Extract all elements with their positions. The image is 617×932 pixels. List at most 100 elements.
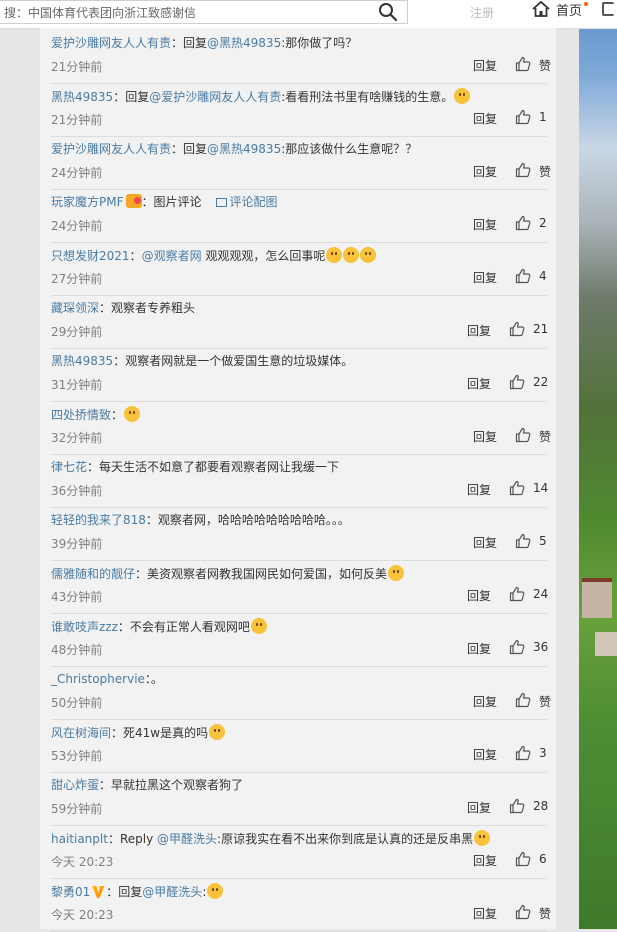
username-link[interactable]: 轻轻的我来了818 (51, 513, 146, 527)
comment-text: 谁敢吱声zzz：不会有正常人看观网吧 (51, 618, 267, 635)
like-thumb-icon[interactable] (509, 586, 525, 602)
search-input[interactable] (0, 1, 368, 23)
reply-button[interactable]: 回复 (473, 163, 497, 180)
comment-time: 21分钟前 (51, 60, 103, 74)
laugh-emoji (207, 883, 224, 899)
comment-body: ：死41w是真的吗 (111, 726, 209, 740)
reply-button[interactable]: 回复 (467, 587, 491, 604)
like-thumb-icon[interactable] (515, 692, 531, 708)
mention-link[interactable]: @甲醛洗头 (157, 832, 217, 846)
like-thumb-icon[interactable] (515, 56, 531, 72)
comment-item: 只想发财2021：@观察者网 观观观观，怎么回事呢 27分钟前 回复 4 (51, 242, 547, 296)
mention-link[interactable]: @黑热49835 (207, 142, 281, 156)
comment-time: 43分钟前 (51, 590, 103, 604)
comment-time: 36分钟前 (51, 484, 103, 498)
like-count: 4 (539, 269, 547, 283)
mention-link[interactable]: @爱护沙雕网友人人有责 (149, 90, 281, 104)
reply-button[interactable]: 回复 (473, 216, 497, 233)
username-link[interactable]: 儒雅随和的靓仔 (51, 567, 135, 581)
username-link[interactable]: 爱护沙雕网友人人有责 (51, 142, 171, 156)
comment-item: 甜心炸蛋：早就拉黑这个观察者狗了 59分钟前 回复 28 (51, 772, 549, 826)
comment-item: 黑热49835：回复@爱护沙雕网友人人有责:看看刑法书里有啥赚钱的生意。 21分钟… (51, 83, 547, 137)
like-thumb-icon[interactable] (515, 427, 531, 443)
comment-time: 39分钟前 (51, 537, 103, 551)
comment-text: 黑热49835：观察者网就是一个做爱国生意的垃圾媒体。 (51, 353, 353, 369)
message-icon[interactable] (602, 2, 614, 16)
username-link[interactable]: haitianplt (51, 832, 108, 846)
reply-button[interactable]: 回复 (473, 269, 497, 286)
username-link[interactable]: 只想发财2021 (51, 249, 130, 263)
like-thumb-icon[interactable] (515, 745, 531, 761)
username-link[interactable]: 律七花 (51, 460, 87, 474)
search-icon[interactable] (378, 2, 398, 22)
like-count: 3 (539, 746, 547, 760)
username-link[interactable]: _Christophervie (51, 672, 145, 686)
image-icon[interactable] (215, 198, 227, 207)
username-link[interactable]: 甜心炸蛋 (51, 778, 99, 792)
reply-button[interactable]: 回复 (473, 746, 497, 763)
reply-button[interactable]: 回复 (473, 110, 497, 127)
username-link[interactable]: 谁敢吱声zzz (51, 620, 118, 634)
like-thumb-icon[interactable] (509, 321, 525, 337)
comment-time: 24分钟前 (51, 166, 103, 180)
like-thumb-icon[interactable] (515, 851, 531, 867)
reply-button[interactable]: 回复 (467, 481, 491, 498)
comment-body: ：美资观察者网教我国网民如何爱国，如何反美 (135, 567, 388, 581)
reply-button[interactable]: 回复 (467, 322, 491, 339)
like-thumb-icon[interactable] (515, 109, 531, 125)
member-badge-icon (125, 194, 142, 208)
top-bar: 注册 首页 (0, 0, 617, 29)
username-link[interactable]: 黑热49835 (51, 354, 113, 368)
like-count: 赞 (539, 695, 552, 709)
username-link[interactable]: 爱护沙雕网友人人有责 (51, 36, 171, 50)
comment-body: : (202, 885, 207, 899)
reply-button[interactable]: 回复 (473, 905, 497, 922)
mention-link[interactable]: @甲醛洗头 (142, 885, 202, 899)
comment-time: 50分钟前 (51, 696, 103, 710)
comment-text: haitianplt：Reply @甲醛洗头:原谅我实在看不出来你到底是认真的还… (51, 830, 491, 847)
reply-button[interactable]: 回复 (473, 428, 497, 445)
like-thumb-icon[interactable] (509, 639, 525, 655)
reply-button[interactable]: 回复 (473, 852, 497, 869)
username-link[interactable]: 藏琛领深 (51, 301, 99, 315)
home-link[interactable]: 首页 (556, 0, 582, 19)
frown-emoji (360, 247, 377, 263)
like-thumb-icon[interactable] (509, 374, 525, 390)
username-link[interactable]: 黎勇01 (51, 885, 90, 899)
username-link[interactable]: 黑热49835 (51, 90, 113, 104)
like-thumb-icon[interactable] (515, 162, 531, 178)
comment-text: 黑热49835：回复@爱护沙雕网友人人有责:看看刑法书里有啥赚钱的生意。 (51, 88, 471, 105)
reply-button[interactable]: 回复 (473, 534, 497, 551)
register-link[interactable]: 注册 (470, 4, 494, 21)
comment-item: 藏琛领深：观察者专养粗头 29分钟前 回复 21 (51, 295, 548, 349)
username-link[interactable]: 玩家魔方PMF (51, 195, 124, 209)
like-count: 赞 (539, 59, 552, 73)
comment-time: 53分钟前 (51, 749, 103, 763)
comment-list: 爱护沙雕网友人人有责：回复@黑热49835:那你做了吗？ 21分钟前 回复赞黑热49… (40, 28, 556, 932)
mention-link[interactable]: @观察者网 (142, 249, 202, 263)
reply-button[interactable]: 回复 (467, 375, 491, 392)
like-thumb-icon[interactable] (515, 268, 531, 284)
username-link[interactable]: 风在树海间 (51, 726, 111, 740)
home-icon[interactable] (531, 0, 551, 18)
mention-link[interactable]: @黑热49835 (207, 36, 281, 50)
like-thumb-icon[interactable] (515, 215, 531, 231)
reply-button[interactable]: 回复 (473, 57, 497, 74)
notification-dot (584, 2, 588, 6)
comment-text: 四处挢情致： (51, 406, 141, 423)
comment-text: 只想发财2021：@观察者网 观观观观，怎么回事呢 (51, 247, 377, 264)
reply-button[interactable]: 回复 (467, 799, 491, 816)
comment-item: 律七花：每天生活不如意了都要看观察者网让我缓一下 36分钟前 回复 14 (51, 454, 548, 508)
like-thumb-icon[interactable] (509, 798, 525, 814)
username-link[interactable]: 四处挢情致 (51, 408, 111, 422)
like-thumb-icon[interactable] (515, 533, 531, 549)
like-thumb-icon[interactable] (509, 480, 525, 496)
like-thumb-icon[interactable] (515, 904, 531, 920)
like-count: 5 (539, 534, 547, 548)
comment-body: ： (129, 249, 142, 263)
reply-button[interactable]: 回复 (473, 693, 497, 710)
mention-link[interactable]: 评论配图 (230, 195, 278, 209)
like-count: 24 (533, 587, 549, 601)
like-count: 28 (533, 799, 549, 813)
reply-button[interactable]: 回复 (467, 640, 491, 657)
